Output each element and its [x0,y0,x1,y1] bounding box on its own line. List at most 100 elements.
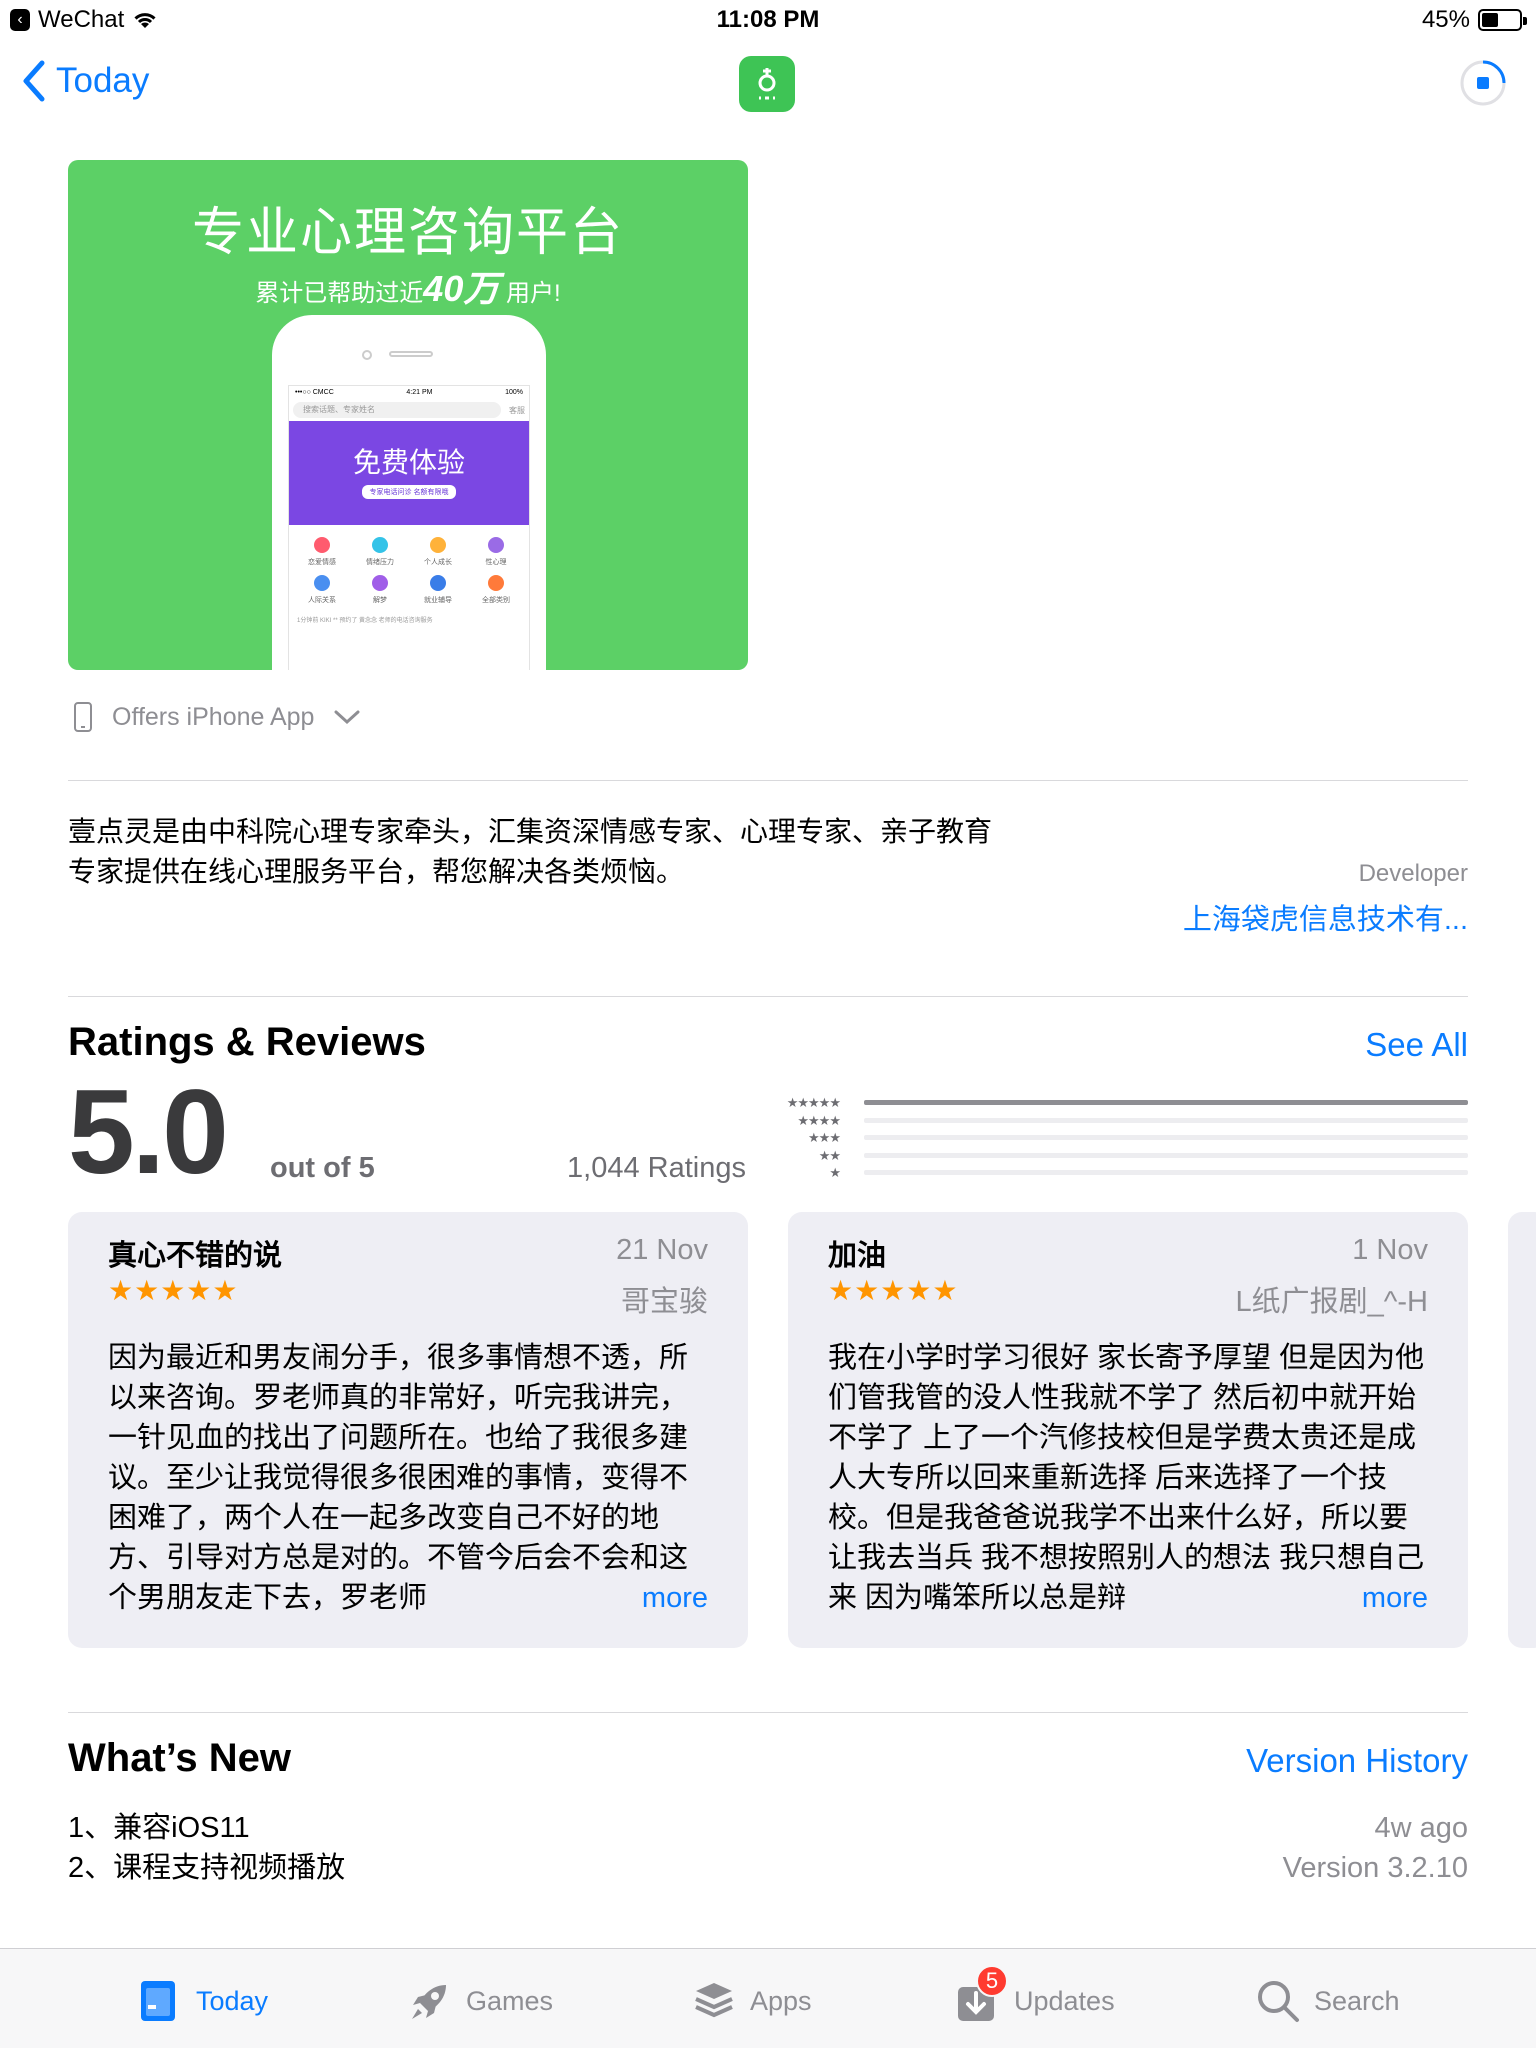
download-progress-button[interactable] [1458,58,1508,108]
histogram-stars: ★★ [818,1147,841,1163]
stop-download-icon [1460,60,1506,106]
review-card-next[interactable] [1508,1212,1536,1648]
version-number: Version 3.2.10 [1282,1852,1468,1884]
battery-percent: 45% [1421,6,1470,33]
phone-time: 4:21 PM [406,389,433,396]
review-more-link[interactable]: more [591,1578,708,1618]
tab-today[interactable]: Today [138,1979,268,2023]
category-item: 解梦 [351,575,409,605]
histogram-stars: ★ [829,1165,841,1181]
offers-label: Offers iPhone App [112,702,315,731]
app-icon [739,56,795,112]
histogram-stars: ★★★★ [797,1112,841,1128]
description-line: 专家提供在线心理服务平台，帮您解决各类烦恼。 [68,856,685,887]
review-card[interactable]: 加油 1 Nov ★★★★★ L纸广报剧_^-H 我在小学时学习很好 家长寄予厚… [788,1212,1468,1648]
release-age: 4w ago [1374,1812,1468,1844]
divider [68,996,1468,997]
nav-bar: Today [0,44,1536,124]
app-description: 壹点灵是由中科院心理专家牵头，汇集资深情感专家、心理专家、亲子教育 专家提供在线… [68,812,1098,892]
tab-label: Apps [750,1985,812,2016]
version-history-link[interactable]: Version History [1246,1742,1468,1780]
histogram-bar [864,1170,1468,1176]
release-note: 1、兼容iOS11 [68,1812,250,1844]
tab-bar: Today Games Apps 5 Updates Search [0,1948,1536,2048]
phone-battery: 100% [505,389,523,396]
histogram-bar [864,1135,1468,1141]
phone-category-grid: 恋爱情感 情绪压力 个人成长 性心理 人际关系 解梦 就业辅导 全部类别 [289,525,529,609]
review-stars: ★★★★★ [108,1275,239,1306]
tab-label: Search [1314,1985,1400,2016]
banner-pill: 专家电话问诊 名额有限哦 [361,485,457,499]
rating-histogram: ★★★★★ ★★★★ ★★★ ★★ ★ [780,1094,1468,1182]
divider [68,1712,1468,1713]
histogram-row: ★★ [780,1147,1468,1165]
tab-apps[interactable]: Apps [692,1979,812,2023]
ratings-title: Ratings & Reviews [68,1020,426,1064]
review-author: L纸广报剧_^-H [1235,1286,1428,1318]
out-of-label: out of 5 [270,1152,375,1184]
review-stars: ★★★★★ [828,1275,959,1306]
category-item: 就业辅导 [409,575,467,605]
phone-search: 搜索话题、专家姓名 [293,402,501,418]
histogram-bar [864,1152,1468,1158]
histogram-row: ★★★★ [780,1112,1468,1130]
tab-label: Today [196,1985,269,2016]
review-body: 因为最近和男友闹分手，很多事情想不透，所以来咨询。罗老师真的非常好，听完我讲完，… [108,1342,689,1614]
stack-icon [692,1979,733,2023]
histogram-bar [864,1100,1468,1106]
category-item: 个人成长 [409,537,467,567]
battery-status: 45% [1421,6,1527,34]
version-meta: 4w ago Version 3.2.10 [1283,1808,1468,1888]
histogram-stars: ★★★★★ [786,1095,841,1111]
screenshot-title: 专业心理咨询平台 [191,204,624,262]
rocket-icon [408,1979,448,2023]
developer-link[interactable]: 上海袋虎信息技术有... [1183,896,1468,938]
phone-banner: 免费体验 专家电话问诊 名额有限哦 [289,421,529,525]
phone-footer: 1分钟前 KIKI ** 预约了 黄念念 老师的电话咨询服务 [297,618,433,624]
battery-icon [1478,9,1527,31]
category-item: 恋爱情感 [293,537,351,567]
review-author: 哥宝骏 [620,1286,708,1318]
tab-search[interactable]: Search [1256,1979,1400,2023]
back-button[interactable]: Today [22,60,149,102]
histogram-stars: ★★★ [808,1130,841,1146]
iphone-icon [74,702,92,732]
tab-updates[interactable]: 5 Updates [956,1965,1115,2023]
whats-new-notes: 1、兼容iOS11 2、课程支持视频播放 [68,1808,345,1888]
status-bar: ‹ WeChat 11:08 PM 45% [0,0,1536,44]
chevron-down-icon [334,710,360,725]
see-all-link[interactable]: See All [1365,1026,1468,1064]
category-item: 人际关系 [293,575,351,605]
app-screenshot[interactable]: 专业心理咨询平台 累计已帮助过近40万 用户! •••○○ CMCC 4:21 … [68,160,748,670]
chevron-left-icon [23,60,45,102]
category-item: 情绪压力 [351,537,409,567]
description-line: 壹点灵是由中科院心理专家牵头，汇集资深情感专家、心理专家、亲子教育 [68,816,993,847]
developer-label: Developer [1358,860,1468,887]
search-icon [1256,1979,1299,2023]
banner-title: 免费体验 [352,447,465,478]
offers-iphone-app-toggle[interactable]: Offers iPhone App [74,702,360,732]
subtitle-number: 40万 [423,268,500,309]
phone-screen: •••○○ CMCC 4:21 PM 100% 搜索话题、专家姓名 客服 免费体… [288,385,530,670]
review-card[interactable]: 真心不错的说 21 Nov ★★★★★ 哥宝骏 因为最近和男友闹分手，很多事情想… [68,1212,748,1648]
review-title: 加油 [828,1240,887,1272]
tab-games[interactable]: Games [408,1979,553,2023]
category-item: 性心理 [467,537,525,567]
divider [68,780,1468,781]
tab-label: Games [466,1985,554,2016]
subtitle-prefix: 累计已帮助过近 [255,280,424,307]
back-label: Today [56,61,150,100]
screenshot-subtitle: 累计已帮助过近40万 用户! [68,260,748,312]
download-icon: 5 [956,1965,1008,2023]
histogram-bar [864,1117,1468,1123]
battery-fill [1482,13,1499,27]
phone-mockup: •••○○ CMCC 4:21 PM 100% 搜索话题、专家姓名 客服 免费体… [272,315,546,670]
histogram-row: ★★★★★ [780,1094,1468,1112]
histogram-row: ★ [780,1164,1468,1182]
review-date: 1 Nov [1352,1234,1428,1266]
today-icon [138,1979,178,2023]
tab-label: Updates [1014,1985,1115,2016]
average-rating: 5.0 [68,1065,229,1199]
review-more-link[interactable]: more [1311,1578,1428,1618]
histogram-fill [864,1100,1468,1106]
